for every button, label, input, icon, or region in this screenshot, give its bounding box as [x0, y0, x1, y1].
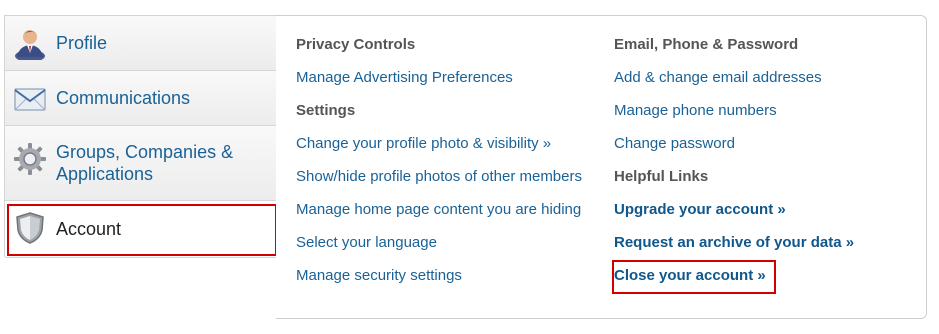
email-phone-password-heading: Email, Phone & Password: [614, 36, 799, 53]
account-settings-panel: Privacy Controls Manage Advertising Pref…: [276, 15, 927, 319]
settings-heading: Settings: [296, 102, 356, 119]
shield-icon: [13, 211, 47, 245]
security-settings-link[interactable]: Manage security settings: [296, 267, 462, 285]
settings-sidebar: Profile Communications Groups, Companies…: [4, 15, 277, 257]
show-hide-photos-link[interactable]: Show/hide profile photos of other member…: [296, 168, 582, 186]
close-account-link[interactable]: Close your account »: [614, 267, 766, 285]
manage-advertising-link[interactable]: Manage Advertising Preferences: [296, 69, 513, 87]
sidebar-item-label: Communications: [56, 88, 191, 108]
envelope-icon: [13, 82, 47, 116]
request-archive-link[interactable]: Request an archive of your data »: [614, 234, 854, 252]
sidebar-item-communications[interactable]: Communications: [5, 71, 277, 126]
upgrade-account-link[interactable]: Upgrade your account »: [614, 201, 786, 219]
privacy-controls-heading: Privacy Controls: [296, 36, 416, 53]
profile-photo-visibility-link[interactable]: Change your profile photo & visibility »: [296, 135, 551, 153]
phone-numbers-link[interactable]: Manage phone numbers: [614, 102, 777, 120]
change-password-link[interactable]: Change password: [614, 135, 735, 153]
gear-icon: [13, 142, 47, 176]
sidebar-item-profile[interactable]: Profile: [5, 16, 277, 71]
helpful-links-heading: Helpful Links: [614, 168, 709, 185]
sidebar-item-account[interactable]: Account: [5, 201, 277, 257]
sidebar-item-label: Account: [56, 219, 122, 239]
home-page-content-link[interactable]: Manage home page content you are hiding: [296, 201, 581, 219]
person-icon: [13, 26, 47, 62]
email-addresses-link[interactable]: Add & change email addresses: [614, 69, 822, 87]
sidebar-item-label: Groups, Companies & Applications: [56, 142, 234, 184]
sidebar-item-label: Profile: [56, 33, 108, 53]
select-language-link[interactable]: Select your language: [296, 234, 437, 252]
sidebar-item-groups-companies-applications[interactable]: Groups, Companies & Applications: [5, 126, 277, 201]
